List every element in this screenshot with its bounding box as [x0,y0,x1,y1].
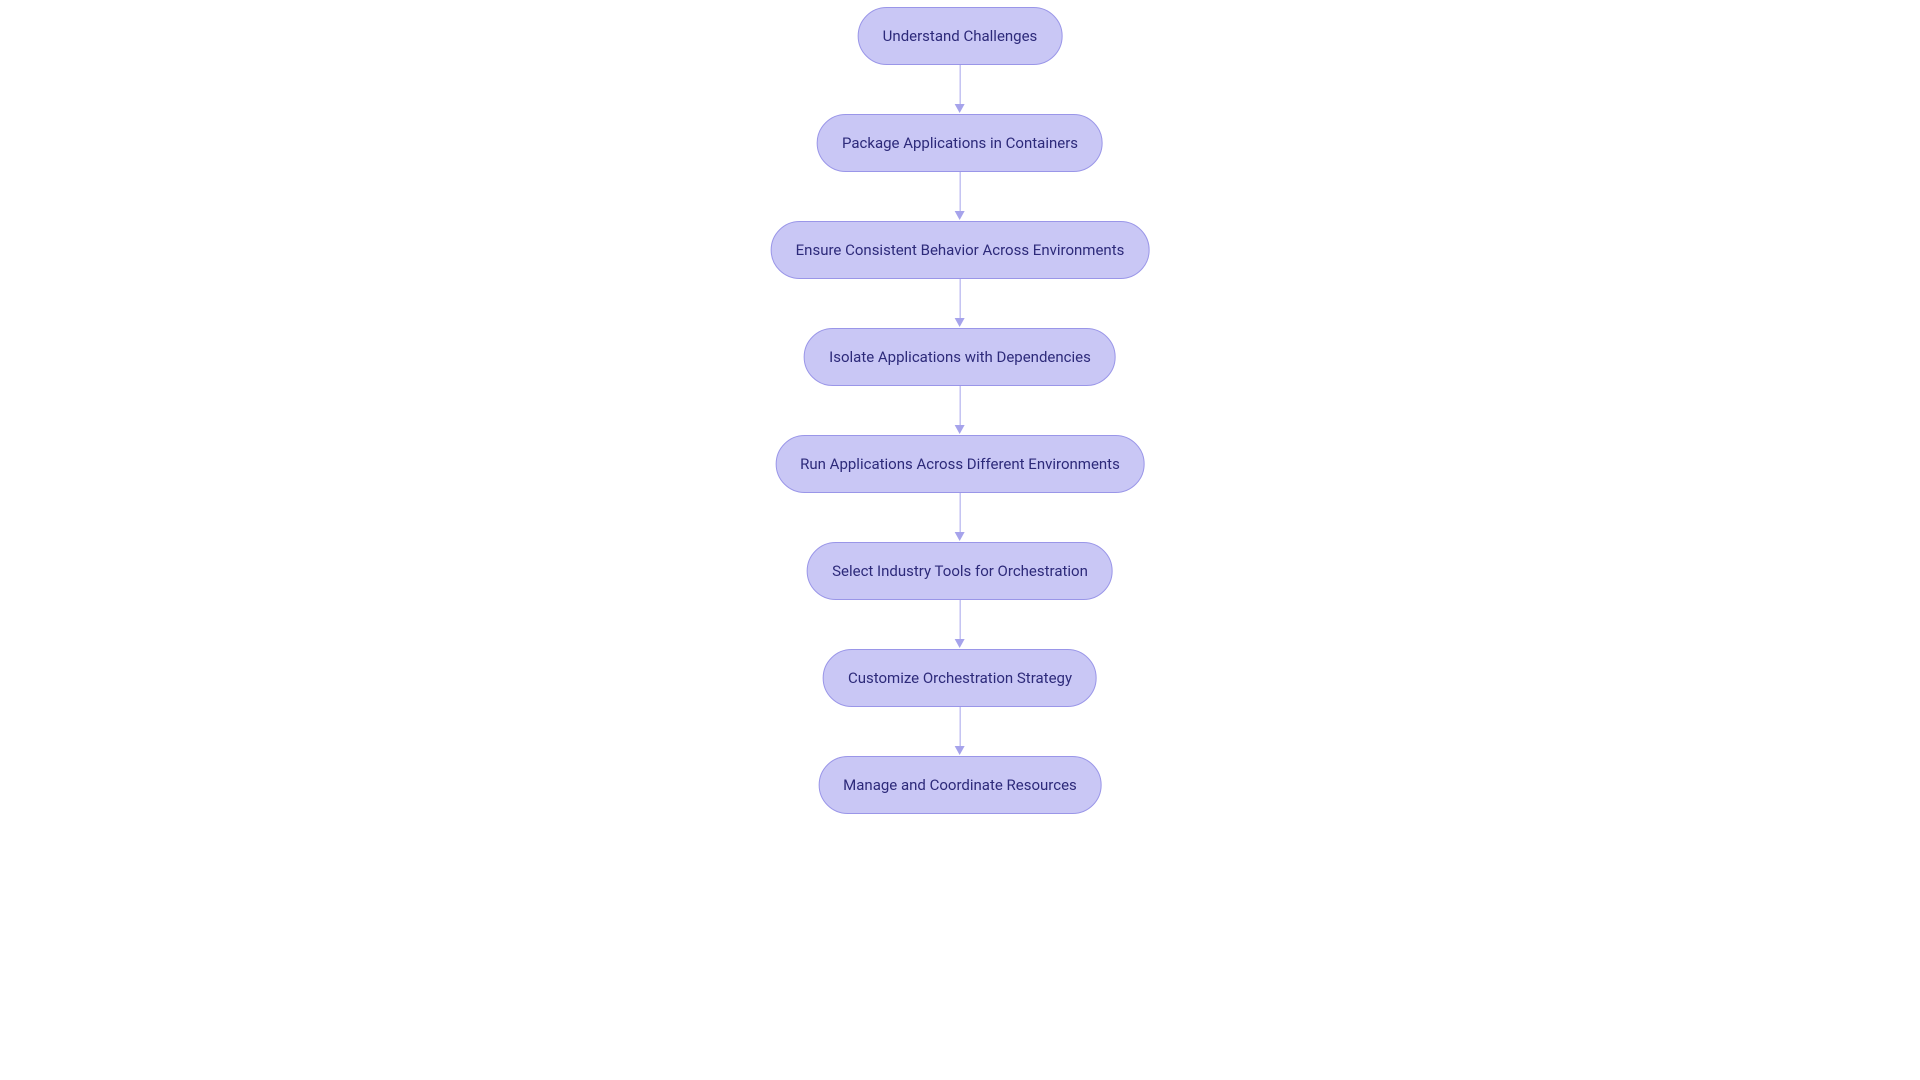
arrow-head-icon [955,425,965,434]
flowchart-arrow [955,279,965,328]
arrow-line [959,707,960,747]
flowchart-node-2: Package Applications in Containers [817,114,1103,172]
arrow-line [959,279,960,319]
flowchart-arrow [955,493,965,542]
node-label: Ensure Consistent Behavior Across Enviro… [796,241,1125,259]
node-label: Customize Orchestration Strategy [848,669,1072,687]
flowchart-arrow [955,386,965,435]
arrow-head-icon [955,746,965,755]
arrow-line [959,493,960,533]
arrow-line [959,386,960,426]
arrow-head-icon [955,104,965,113]
node-label: Manage and Coordinate Resources [843,776,1077,794]
flowchart-node-6: Select Industry Tools for Orchestration [807,542,1113,600]
node-label: Isolate Applications with Dependencies [829,348,1091,366]
flowchart-arrow [955,172,965,221]
node-label: Understand Challenges [883,27,1038,45]
arrow-head-icon [955,639,965,648]
flowchart-arrow [955,707,965,756]
flowchart-node-4: Isolate Applications with Dependencies [804,328,1116,386]
node-label: Select Industry Tools for Orchestration [832,562,1088,580]
arrow-line [959,600,960,640]
arrow-head-icon [955,318,965,327]
flowchart-node-1: Understand Challenges [858,7,1063,65]
flowchart-node-5: Run Applications Across Different Enviro… [775,435,1145,493]
flowchart-node-3: Ensure Consistent Behavior Across Enviro… [771,221,1150,279]
flowchart-arrow [955,65,965,114]
arrow-line [959,65,960,105]
node-label: Package Applications in Containers [842,134,1078,152]
arrow-line [959,172,960,212]
flowchart-arrow [955,600,965,649]
node-label: Run Applications Across Different Enviro… [800,455,1120,473]
flowchart-node-7: Customize Orchestration Strategy [823,649,1097,707]
arrow-head-icon [955,211,965,220]
flowchart-container: Understand Challenges Package Applicatio… [771,7,1150,814]
flowchart-node-8: Manage and Coordinate Resources [818,756,1102,814]
arrow-head-icon [955,532,965,541]
